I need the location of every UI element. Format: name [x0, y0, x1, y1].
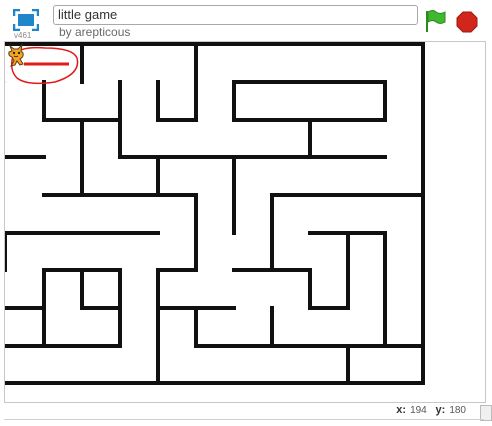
cat-sprite[interactable] [5, 42, 27, 68]
player-header: v461 little game by arepticous [0, 0, 492, 40]
maze [5, 42, 425, 385]
author-byline[interactable]: by arepticous [59, 25, 130, 39]
green-flag-icon [426, 10, 446, 32]
fullscreen-icon [12, 8, 40, 32]
stop-button[interactable] [456, 11, 478, 33]
stage-canvas[interactable] [4, 41, 486, 403]
fullscreen-button[interactable] [12, 8, 40, 32]
project-title-field[interactable]: little game [53, 5, 418, 25]
y-value: 180 [449, 405, 466, 416]
green-flag-button[interactable] [424, 9, 446, 33]
version-label: v461 [14, 31, 32, 40]
y-label: y: [435, 404, 446, 416]
x-label: x: [396, 404, 407, 416]
x-value: 194 [410, 405, 427, 416]
mouse-coordinates: x: 194 y: 180 [390, 404, 466, 416]
stop-icon [456, 11, 478, 33]
